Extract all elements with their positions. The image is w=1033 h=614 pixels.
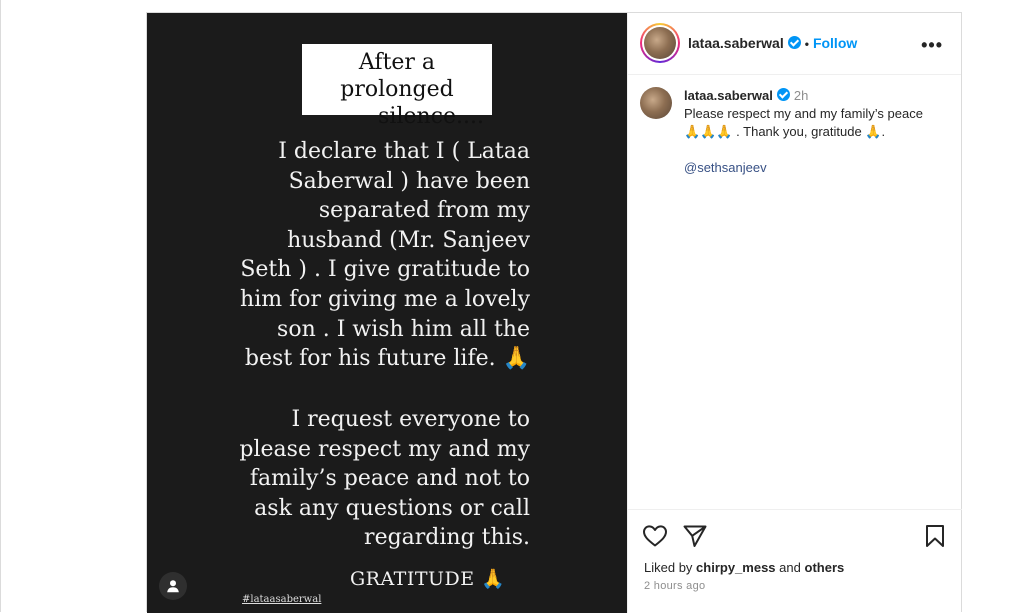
story-hashtag[interactable]: #lataasaberwal <box>242 594 321 605</box>
liked-by-text: Liked by chirpy_mess and others <box>644 560 844 575</box>
post-caption: lataa.saberwal 2h Please respect my and m… <box>640 87 950 177</box>
action-bar <box>642 524 952 550</box>
follow-button[interactable]: Follow <box>813 35 857 51</box>
story-title-line2: silence.... <box>378 104 484 129</box>
header-user-row: lataa.saberwal • Follow <box>688 35 857 51</box>
story-title-line1: After a prolonged <box>340 50 454 102</box>
caption-text-line1: Please respect my and my family’s peace <box>684 106 923 121</box>
avatar-border <box>642 25 678 61</box>
post-media: After a prolonged silence.... I declare … <box>147 13 627 613</box>
caption-avatar[interactable] <box>640 87 672 119</box>
page-edge <box>0 0 1 612</box>
caption-time[interactable]: 2h <box>794 88 808 103</box>
caption-verified-badge-icon <box>776 88 790 101</box>
liked-by-others-link[interactable]: others <box>805 560 845 575</box>
header-avatar[interactable] <box>640 23 680 63</box>
liked-by-user-link[interactable]: chirpy_mess <box>696 560 776 575</box>
avatar-image <box>644 27 676 59</box>
post-side-panel: lataa.saberwal • Follow ••• lataa.saberwal… <box>627 13 962 614</box>
bookmark-icon[interactable] <box>924 524 946 553</box>
header-separator: • <box>804 37 809 51</box>
header-username[interactable]: lataa.saberwal <box>688 35 784 51</box>
liked-by-and: and <box>779 560 801 575</box>
verified-badge-icon <box>787 36 801 49</box>
caption-body: lataa.saberwal 2h Please respect my and m… <box>684 87 950 177</box>
story-closing: GRATITUDE 🙏 <box>350 568 506 590</box>
send-icon[interactable] <box>682 524 708 553</box>
story-paragraph-1: I declare that I ( Lataa Saberwal ) have… <box>240 139 530 372</box>
post-card: After a prolonged silence.... I declare … <box>146 12 962 614</box>
heart-icon[interactable] <box>642 524 668 553</box>
caption-username[interactable]: lataa.saberwal <box>684 88 773 103</box>
engagement-section: Liked by chirpy_mess and others 2 hours … <box>628 509 962 614</box>
user-icon <box>167 580 179 593</box>
post-header: lataa.saberwal • Follow ••• <box>628 13 961 75</box>
story-paragraph-2: I request everyone to please respect my … <box>239 407 530 551</box>
post-time-ago[interactable]: 2 hours ago <box>644 580 705 592</box>
liked-by-prefix: Liked by <box>644 560 693 575</box>
caption-mention-link[interactable]: @sethsanjeev <box>684 159 950 177</box>
story-title-box: After a prolonged silence.... <box>302 44 492 129</box>
caption-text-line2: 🙏🙏🙏 . Thank you, gratitude 🙏. <box>684 124 886 139</box>
more-options-icon[interactable]: ••• <box>921 35 943 56</box>
tagged-users-button[interactable] <box>159 572 187 600</box>
